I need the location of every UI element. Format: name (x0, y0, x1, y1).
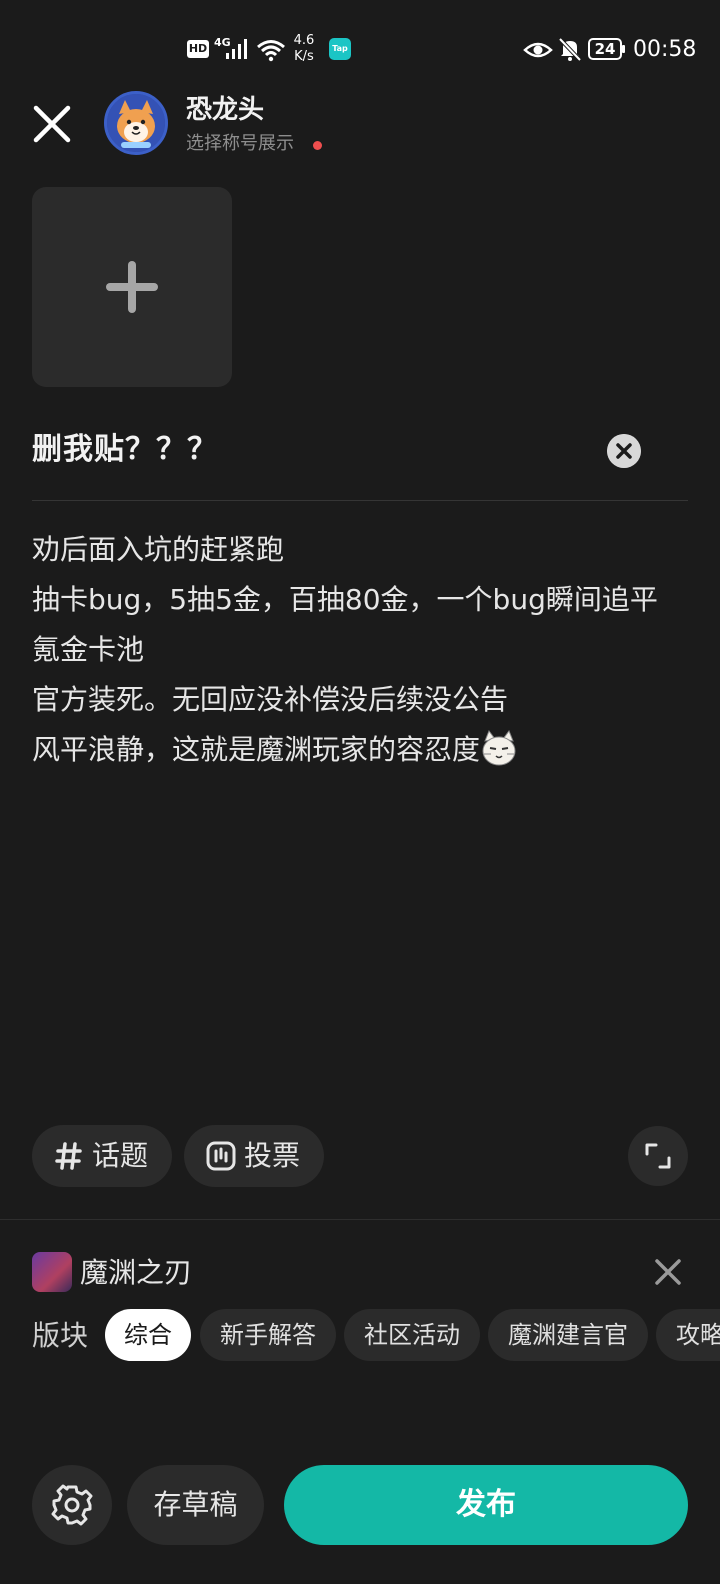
hashtag-icon (55, 1142, 82, 1170)
close-icon[interactable] (30, 102, 74, 146)
publish-button[interactable]: 发布 (284, 1465, 688, 1545)
section-tag-guides[interactable]: 攻略 (656, 1309, 720, 1361)
section-tag-advisor[interactable]: 魔渊建言官 (488, 1309, 648, 1361)
title-divider (32, 500, 688, 501)
status-bar: HD 4G 4.6 K/s Tap 24 00:58 (0, 0, 720, 100)
topic-button[interactable]: 话题 (32, 1125, 172, 1187)
section-label: 版块 (32, 1319, 89, 1352)
expand-editor-button[interactable] (628, 1126, 688, 1186)
body-line: 氪金卡池 (32, 633, 145, 666)
section-tag-newbie-qa[interactable]: 新手解答 (200, 1309, 336, 1361)
clear-title-icon[interactable] (607, 434, 641, 468)
vote-button[interactable]: 投票 (184, 1125, 324, 1187)
remove-game-icon[interactable] (650, 1254, 686, 1290)
body-line: 风平浪静，这就是魔渊玩家的容忍度 (32, 733, 481, 766)
post-title-input[interactable]: 删我贴？？？ (32, 430, 218, 470)
taptap-app-icon: Tap (329, 38, 351, 60)
body-line: 抽卡bug，5抽5金，百抽80金，一个bug瞬间追平 (32, 583, 658, 616)
body-line: 劝后面入坑的赶紧跑 (32, 533, 285, 566)
notification-dot (313, 141, 322, 150)
post-body-input[interactable]: 劝后面入坑的赶紧跑 抽卡bug，5抽5金，百抽80金，一个bug瞬间追平 氪金卡… (32, 525, 692, 775)
body-line: 官方装死。无回应没补偿没后续没公告 (32, 683, 509, 716)
clock: 00:58 (633, 37, 697, 62)
signal-icon (226, 39, 247, 59)
hd-badge: HD (187, 40, 209, 58)
poll-icon (206, 1141, 236, 1171)
avatar[interactable] (104, 91, 168, 155)
section-divider (0, 1219, 720, 1220)
topic-label: 话题 (92, 1139, 149, 1172)
section-tag-community-events[interactable]: 社区活动 (344, 1309, 480, 1361)
gear-icon (51, 1484, 93, 1526)
game-name[interactable]: 魔渊之刃 (80, 1255, 192, 1291)
eye-icon (523, 42, 553, 58)
expand-icon (645, 1143, 671, 1169)
shiba-dog-icon (107, 94, 165, 152)
body-line-with-emoji: 风平浪静，这就是魔渊玩家的容忍度 (32, 725, 692, 775)
battery-level: 24 (594, 40, 616, 58)
section-tag-general[interactable]: 综合 (105, 1309, 191, 1361)
plus-icon-vertical (128, 261, 136, 313)
save-draft-button[interactable]: 存草稿 (127, 1465, 264, 1545)
wifi-icon (257, 40, 285, 62)
cat-emoji-icon (482, 729, 516, 766)
game-icon (32, 1252, 72, 1292)
choose-title-link[interactable]: 选择称号展示 (186, 132, 294, 156)
settings-button[interactable] (32, 1465, 112, 1545)
bell-muted-icon (558, 37, 582, 62)
username: 恐龙头 (186, 95, 265, 125)
network-speed: 4.6 K/s (293, 33, 315, 64)
vote-label: 投票 (244, 1139, 301, 1172)
